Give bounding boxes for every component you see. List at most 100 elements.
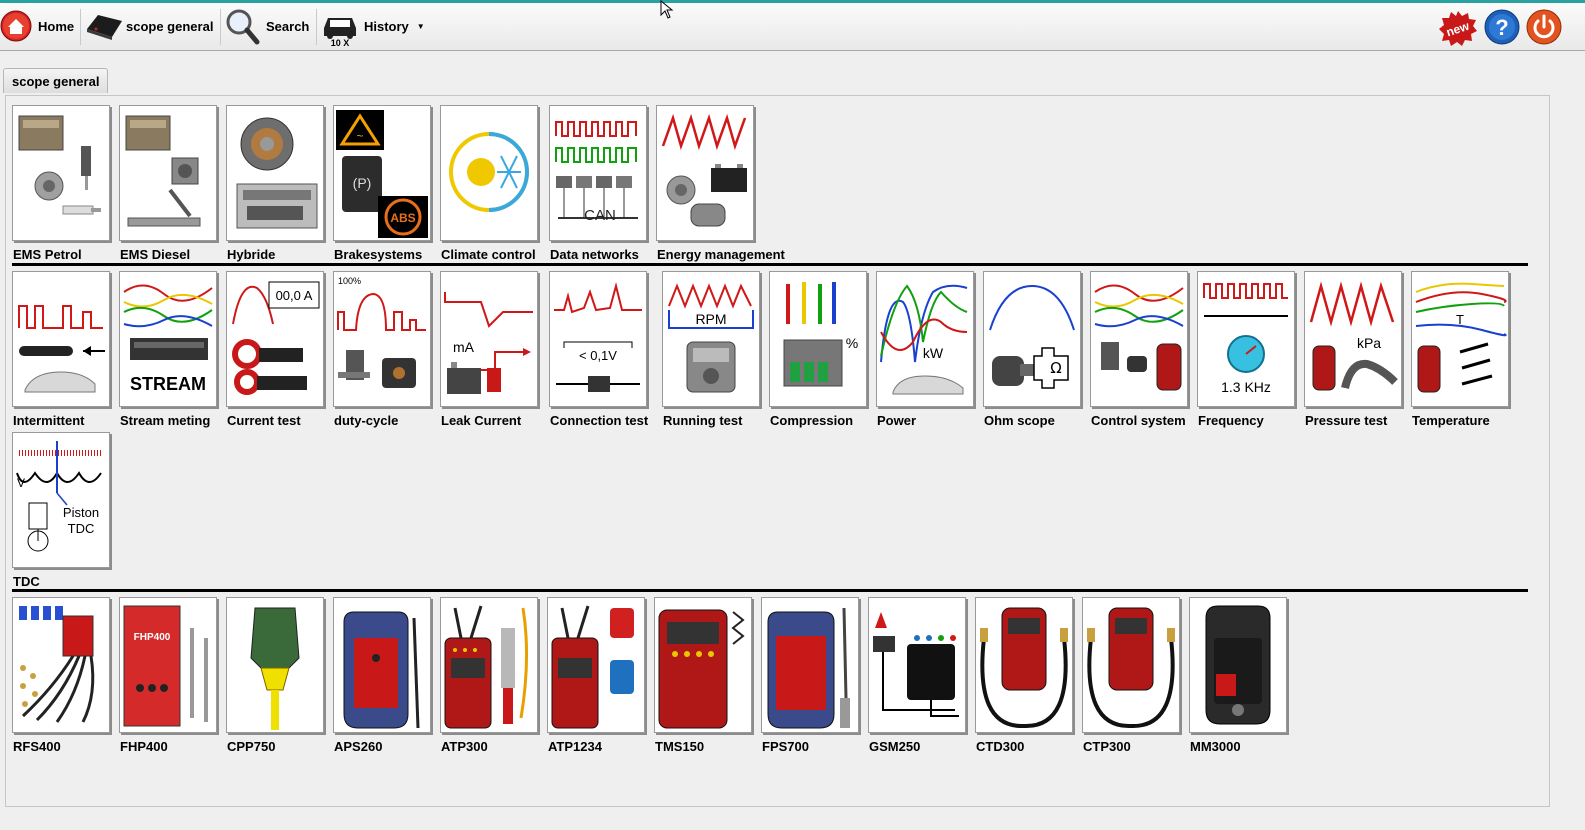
tile-tdc[interactable]: V Piston TDC TDC xyxy=(12,432,120,589)
tile-fhp400[interactable]: FHP400 FHP400 xyxy=(119,597,227,754)
tms150-icon xyxy=(658,609,745,729)
ems-diesel-icon xyxy=(125,115,201,227)
tile-ems-diesel[interactable]: EMS Diesel xyxy=(119,105,227,262)
tile-label: Power xyxy=(877,413,917,428)
tile-label: TMS150 xyxy=(655,739,705,754)
compression-icon: % xyxy=(783,282,858,387)
tile-label: MM3000 xyxy=(1190,739,1241,754)
tile-label: Leak Current xyxy=(441,413,522,428)
rpm-text: RPM xyxy=(695,311,726,327)
mm3000-icon xyxy=(1205,605,1271,725)
tile-label: Climate control xyxy=(441,247,536,262)
toolbar-separator xyxy=(80,9,81,45)
tile-pressure-test[interactable]: kPa Pressure test xyxy=(1304,271,1412,428)
tile-label: EMS Petrol xyxy=(13,247,82,262)
rfs400-icon xyxy=(19,606,95,723)
tdc-v-text: V xyxy=(17,476,25,490)
tile-current-test[interactable]: 00,0 A Current test xyxy=(226,271,334,428)
tile-label: Frequency xyxy=(1198,413,1264,428)
tile-label: Current test xyxy=(227,413,301,428)
tile-rfs400[interactable]: RFS400 xyxy=(12,597,120,754)
tile-temperature[interactable]: T Temperature xyxy=(1411,271,1519,428)
scope-general-label: scope general xyxy=(126,18,214,34)
kw-text: kW xyxy=(923,345,944,361)
tile-ohm-scope[interactable]: Ω Ohm scope xyxy=(983,271,1091,428)
chevron-down-icon[interactable]: ▼ xyxy=(417,22,425,31)
tile-intermittent[interactable]: Intermittent xyxy=(12,271,120,428)
history-button[interactable]: 10 X History ▼ xyxy=(320,6,430,46)
home-label: Home xyxy=(38,18,75,34)
tile-label: Temperature xyxy=(1412,413,1490,428)
tab-scope-general[interactable]: scope general xyxy=(3,68,109,93)
tile-running-test[interactable]: RPM Running test xyxy=(662,271,770,428)
history-car-icon: 10 X xyxy=(324,18,356,46)
ems-petrol-icon xyxy=(18,115,101,215)
tile-gsm250[interactable]: GSM250 xyxy=(868,597,976,754)
fhp400-icon: FHP400 xyxy=(123,605,208,727)
tile-label: Intermittent xyxy=(13,413,85,428)
tile-aps260[interactable]: APS260 xyxy=(333,597,441,754)
tile-atp300[interactable]: ATP300 xyxy=(440,597,548,754)
search-button[interactable]: Search xyxy=(224,6,312,46)
cpp750-icon xyxy=(250,607,300,730)
tile-ems-petrol[interactable]: EMS Petrol xyxy=(12,105,120,262)
help-button[interactable]: ? xyxy=(1484,9,1520,45)
tile-atp1234[interactable]: ATP1234 xyxy=(547,597,655,754)
scope-device-icon xyxy=(87,15,122,40)
new-button[interactable]: new xyxy=(1438,10,1477,46)
tile-label: Running test xyxy=(663,413,743,428)
voltage-text: < 0,1V xyxy=(579,348,617,363)
tile-label: Brakesystems xyxy=(334,247,423,262)
tile-ctp300[interactable]: CTP300 xyxy=(1082,597,1190,754)
tile-label: CTP300 xyxy=(1083,739,1131,754)
svg-text:?: ? xyxy=(1495,15,1508,40)
toolbar-separator xyxy=(316,9,317,45)
tile-label: Hybride xyxy=(227,247,276,262)
tile-label: Pressure test xyxy=(1305,413,1388,428)
ohm-icon: Ω xyxy=(989,284,1075,389)
tile-climate-control[interactable]: Climate control xyxy=(440,105,548,262)
tile-label: TDC xyxy=(13,574,40,589)
tile-hybride[interactable]: Hybride xyxy=(226,105,334,262)
tile-leak-current[interactable]: mA Leak Current xyxy=(440,271,548,428)
tile-label: Control system xyxy=(1091,413,1186,428)
tile-label: FHP400 xyxy=(120,739,168,754)
history-label: History xyxy=(364,18,409,34)
tile-ctd300[interactable]: CTD300 xyxy=(975,597,1083,754)
history-badge: 10 X xyxy=(331,38,350,46)
tile-stream-meting[interactable]: STREAM Stream meting xyxy=(119,271,227,428)
tdc-icon: V Piston TDC xyxy=(16,441,103,552)
fhp400-device-text: FHP400 xyxy=(134,632,171,643)
tile-cpp750[interactable]: CPP750 xyxy=(226,597,334,754)
tile-power[interactable]: kW Power xyxy=(876,271,984,428)
home-button[interactable]: Home xyxy=(0,6,76,46)
svg-text:(P): (P) xyxy=(353,175,372,191)
temperature-t-text: T xyxy=(1456,312,1464,327)
atp1234-icon xyxy=(551,605,634,729)
home-icon xyxy=(0,10,32,42)
can-network-icon: CAN xyxy=(555,121,638,224)
scope-general-button[interactable]: scope general xyxy=(84,6,216,46)
current-clamp-icon: 00,0 A xyxy=(232,281,320,395)
temperature-icon: T xyxy=(1415,282,1507,393)
tile-mm3000[interactable]: MM3000 xyxy=(1189,597,1297,754)
power-button[interactable] xyxy=(1526,9,1562,45)
tile-data-networks[interactable]: CAN Data networks xyxy=(549,105,657,262)
tile-energy-management[interactable]: Energy management xyxy=(656,105,785,262)
fps700-icon xyxy=(767,607,850,729)
ctd300-icon xyxy=(980,607,1068,729)
frequency-value-text: 1.3 KHz xyxy=(1221,379,1271,395)
tile-compression[interactable]: % Compression xyxy=(769,271,877,428)
tile-frequency[interactable]: 1.3 KHz Frequency xyxy=(1197,271,1305,428)
tile-brakesystems[interactable]: ~ (P) ABS Brakesystems xyxy=(333,105,441,262)
section-divider xyxy=(12,263,1528,266)
help-icon: ? xyxy=(1484,9,1520,45)
tile-connection-test[interactable]: < 0,1V Connection test xyxy=(549,271,657,428)
tile-control-system[interactable]: Control system xyxy=(1090,271,1198,428)
tile-duty-cycle[interactable]: 100% duty-cycle xyxy=(333,271,441,428)
tile-tms150[interactable]: TMS150 xyxy=(654,597,762,754)
tile-label: CPP750 xyxy=(227,739,276,754)
tile-fps700[interactable]: FPS700 xyxy=(761,597,869,754)
toolbar: Home scope general Search 10 X History ▼ xyxy=(0,3,1585,51)
energy-icon xyxy=(661,113,747,227)
